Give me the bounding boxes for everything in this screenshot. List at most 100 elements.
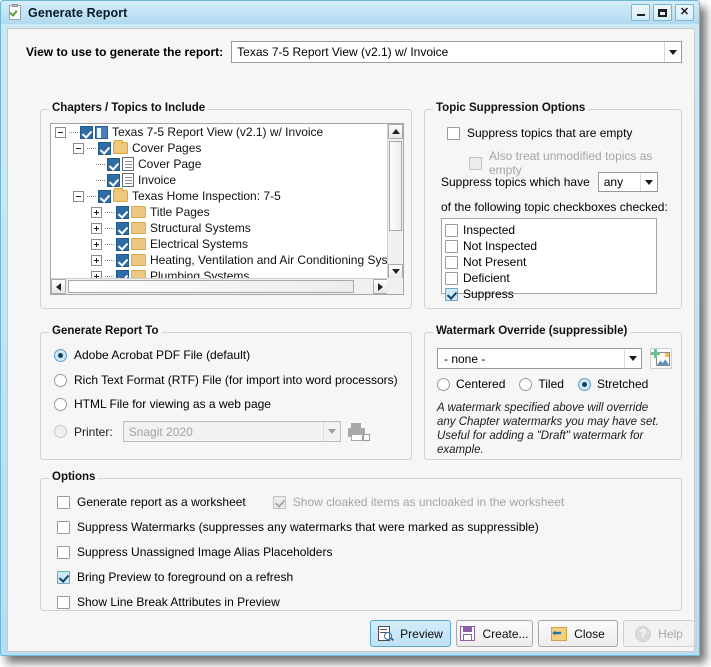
- collapse-icon[interactable]: [73, 190, 84, 202]
- radio-row-html[interactable]: HTML File for viewing as a web page: [54, 397, 271, 411]
- tree-item-checkbox[interactable]: [107, 173, 120, 187]
- scroll-down-button[interactable]: [388, 264, 403, 279]
- tree-item[interactable]: Texas Home Inspection: 7-5: [51, 188, 388, 204]
- checkbox-suppress-alias[interactable]: [57, 545, 70, 559]
- option-row-suppress-watermarks[interactable]: Suppress Watermarks (suppresses any wate…: [57, 520, 539, 534]
- scroll-left-button[interactable]: [51, 279, 66, 294]
- expand-icon[interactable]: [91, 238, 102, 250]
- suppression-list-item[interactable]: Inspected: [445, 222, 656, 238]
- which-have-combobox[interactable]: any: [597, 172, 658, 192]
- suppression-item-label: Inspected: [463, 223, 516, 237]
- tree-item-label: Invoice: [138, 173, 177, 187]
- tree-item-checkbox[interactable]: [98, 189, 111, 203]
- tree-hscroll-thumb[interactable]: [68, 280, 354, 293]
- suppression-item-checkbox[interactable]: [445, 287, 458, 301]
- tree-vscroll-thumb[interactable]: [389, 141, 402, 231]
- option-row-line-break[interactable]: Show Line Break Attributes in Preview: [57, 595, 280, 609]
- tree-item-checkbox[interactable]: [116, 253, 129, 267]
- expand-icon[interactable]: [91, 254, 102, 266]
- scroll-right-button[interactable]: [373, 279, 388, 294]
- suppression-item-checkbox[interactable]: [445, 223, 458, 237]
- collapse-icon[interactable]: [55, 126, 66, 138]
- checkbox-generate-worksheet[interactable]: [57, 495, 70, 509]
- radio-row-printer[interactable]: Printer: Snagit 2020: [54, 421, 402, 442]
- scroll-up-button[interactable]: [388, 124, 403, 139]
- option-row-suppress-alias[interactable]: Suppress Unassigned Image Alias Placehol…: [57, 545, 332, 559]
- collapse-icon[interactable]: [73, 142, 84, 154]
- checkbox-line-break[interactable]: [57, 595, 70, 609]
- expand-icon[interactable]: [91, 222, 102, 234]
- radio-row-rtf[interactable]: Rich Text Format (RTF) File (for import …: [54, 373, 398, 387]
- checkbox-suppress-watermarks[interactable]: [57, 520, 70, 534]
- watermark-note: A watermark specified above will overrid…: [437, 402, 659, 456]
- tree-connector: [105, 259, 114, 261]
- tree-item[interactable]: Texas 7-5 Report View (v2.1) w/ Invoice: [51, 124, 388, 140]
- suppression-item-checkbox[interactable]: [445, 239, 458, 253]
- checkbox-generate-worksheet-label: Generate report as a worksheet: [77, 495, 246, 509]
- tree-item[interactable]: Title Pages: [51, 204, 388, 220]
- tree-item-checkbox[interactable]: [116, 237, 129, 251]
- suppression-list-item[interactable]: Not Inspected: [445, 238, 656, 254]
- tree-vertical-scrollbar[interactable]: [387, 124, 403, 279]
- close-button[interactable]: ✕: [675, 4, 694, 21]
- tree-item[interactable]: Heating, Ventilation and Air Conditionin…: [51, 252, 388, 268]
- option-row-bring-preview[interactable]: Bring Preview to foreground on a refresh: [57, 570, 293, 584]
- radio-centered[interactable]: [437, 377, 450, 391]
- tree-item-checkbox[interactable]: [80, 125, 93, 139]
- watermark-combo-row: - none -: [437, 348, 672, 369]
- radio-printer[interactable]: [54, 425, 67, 438]
- expand-icon[interactable]: [91, 206, 102, 218]
- tree-item-checkbox[interactable]: [116, 221, 129, 235]
- radio-tiled[interactable]: [519, 377, 533, 391]
- tree-item[interactable]: Electrical Systems: [51, 236, 388, 252]
- radio-html[interactable]: [54, 397, 67, 411]
- tree-item[interactable]: Invoice: [51, 172, 388, 188]
- chevron-down-icon[interactable]: [624, 349, 641, 368]
- option-row-worksheet[interactable]: Generate report as a worksheet Show cloa…: [57, 495, 564, 509]
- suppression-list-item[interactable]: Deficient: [445, 270, 656, 286]
- tree-connector: [96, 179, 105, 181]
- tree-item[interactable]: Structural Systems: [51, 220, 388, 236]
- folder-icon: [131, 206, 146, 218]
- chevron-down-icon[interactable]: [639, 173, 657, 191]
- suppression-list-item[interactable]: Suppress: [445, 286, 656, 302]
- title-bar[interactable]: Generate Report ✕: [1, 1, 699, 24]
- tree-item[interactable]: Cover Page: [51, 156, 388, 172]
- tree-item-checkbox[interactable]: [107, 157, 120, 171]
- maximize-button[interactable]: [653, 4, 672, 21]
- tree-connector: [87, 147, 96, 149]
- help-button[interactable]: ? Help: [623, 620, 695, 647]
- checkbox-bring-preview[interactable]: [57, 570, 70, 584]
- suppression-checkbox-list[interactable]: Inspected Not Inspected Not Present Deficie…: [441, 218, 657, 301]
- preview-icon: [378, 625, 395, 642]
- radio-pdf[interactable]: [54, 348, 67, 362]
- chapters-tree[interactable]: Texas 7-5 Report View (v2.1) w/ Invoice C…: [50, 123, 404, 295]
- add-image-icon[interactable]: [650, 348, 672, 369]
- view-combobox[interactable]: Texas 7-5 Report View (v2.1) w/ Invoice: [231, 41, 682, 63]
- radio-printer-label: Printer:: [74, 424, 113, 439]
- chapters-tree-rows[interactable]: Texas 7-5 Report View (v2.1) w/ Invoice C…: [51, 124, 388, 279]
- suppression-list-item[interactable]: Not Present: [445, 254, 656, 270]
- suppress-empty-checkbox[interactable]: [447, 126, 460, 140]
- radio-tiled-label: Tiled: [538, 377, 564, 391]
- watermark-combobox[interactable]: - none -: [437, 348, 642, 369]
- tree-item-checkbox[interactable]: [116, 205, 129, 219]
- tree-horizontal-scrollbar[interactable]: [51, 278, 388, 294]
- radio-row-pdf[interactable]: Adobe Acrobat PDF File (default): [54, 348, 250, 362]
- tree-item[interactable]: Cover Pages: [51, 140, 388, 156]
- radio-rtf[interactable]: [54, 373, 67, 387]
- tree-item-checkbox[interactable]: [98, 141, 111, 155]
- tree-connector: [105, 243, 114, 245]
- tree-connector: [105, 211, 114, 213]
- suppress-empty-row[interactable]: Suppress topics that are empty: [447, 126, 632, 140]
- suppression-item-checkbox[interactable]: [445, 271, 458, 285]
- radio-stretched[interactable]: [577, 377, 591, 391]
- suppression-item-checkbox[interactable]: [445, 255, 458, 269]
- chevron-down-icon[interactable]: [664, 42, 681, 62]
- preview-button[interactable]: Preview: [370, 620, 451, 647]
- close-dialog-button[interactable]: Close: [538, 620, 618, 647]
- maximize-icon: [658, 8, 667, 17]
- minimize-button[interactable]: [631, 4, 650, 21]
- create-button[interactable]: Create...: [456, 620, 533, 647]
- suppression-item-label: Deficient: [463, 271, 510, 285]
